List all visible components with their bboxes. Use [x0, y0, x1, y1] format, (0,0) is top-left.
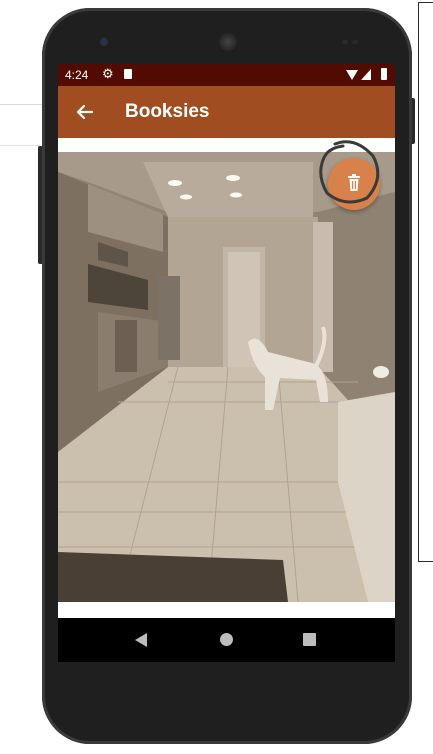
background-divider-2 [0, 145, 40, 146]
wifi-icon [346, 70, 358, 80]
side-panel [418, 2, 433, 562]
battery-icon [381, 68, 387, 80]
light-sensor [352, 40, 358, 44]
signal-icon [361, 69, 371, 80]
status-bar: 4:24 ⚙ [58, 64, 395, 86]
app-title: Booksies [125, 101, 210, 122]
content-area [58, 138, 395, 618]
nav-home-icon[interactable] [220, 633, 233, 646]
status-time: 4:24 [65, 68, 89, 82]
back-arrow-icon[interactable] [72, 99, 98, 125]
earpiece-speaker [219, 33, 237, 51]
nav-back-icon[interactable] [135, 633, 147, 647]
nav-recents-icon[interactable] [303, 633, 316, 646]
app-bar: Booksies [58, 86, 395, 138]
proximity-sensor [342, 40, 348, 44]
interior-photo[interactable] [58, 152, 395, 602]
system-nav-bar [58, 618, 395, 662]
settings-gear-icon: ⚙ [102, 66, 114, 81]
annotation-circle [319, 140, 380, 204]
front-camera [100, 38, 108, 46]
sd-card-icon [124, 69, 132, 79]
